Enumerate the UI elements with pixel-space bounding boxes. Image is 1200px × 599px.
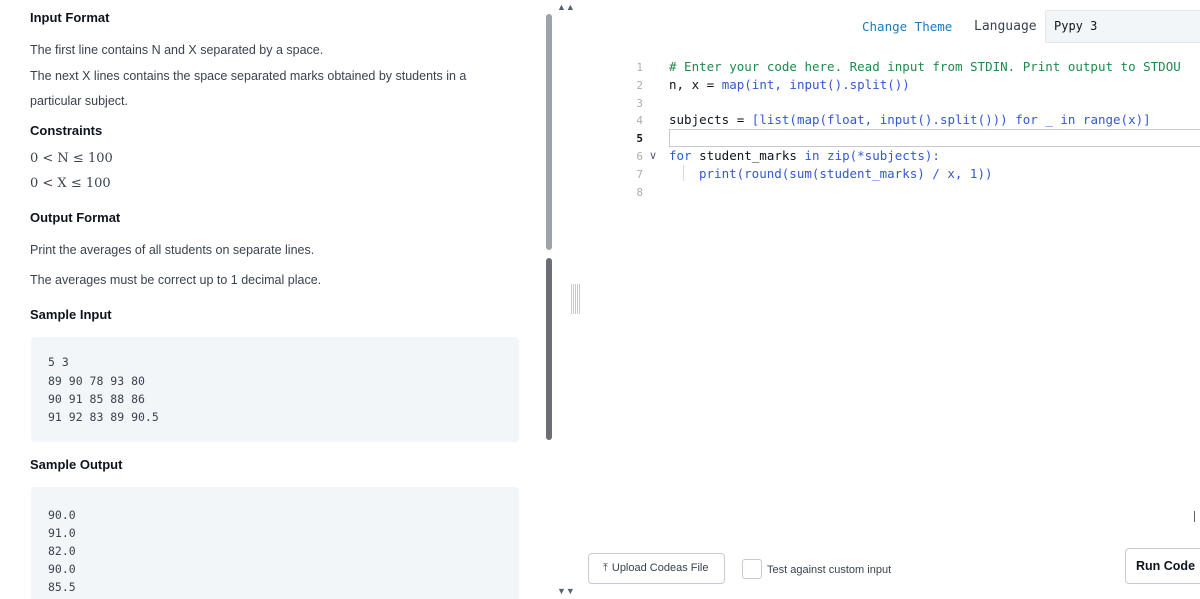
code-line-2: n, x = map(int, input().split()) (669, 77, 910, 92)
sample-input-line: 90 91 85 88 86 (48, 392, 145, 406)
output-format-line-1: Print the averages of all students on se… (30, 243, 315, 257)
custom-input-checkbox[interactable] (742, 559, 762, 579)
line-number: 4 (636, 114, 643, 127)
splitter-grip-handle[interactable] (571, 284, 581, 314)
line-number: 6 (636, 150, 643, 163)
sample-output-box: 90.0 91.0 82.0 90.0 85.5 (31, 487, 519, 599)
code-token: for (669, 148, 692, 163)
input-format-line-2: The next X lines contains the space sepa… (30, 69, 467, 83)
language-select[interactable]: Pypy 3 (1045, 10, 1200, 43)
line-number: 3 (636, 97, 643, 110)
code-line-7: print(round(sum(student_marks) / x, 1)) (699, 166, 993, 181)
line-number-active: 5 (636, 132, 643, 145)
text-cursor (1194, 511, 1195, 522)
sample-input-line: 5 3 (48, 355, 69, 369)
constraints-heading: Constraints (30, 123, 103, 138)
editor-footer: ⤒ Upload Codeas File Test against custom … (582, 525, 1200, 599)
line-number: 2 (636, 79, 643, 92)
editor-header: Change Theme Language Pypy 3 (582, 0, 1200, 53)
sample-output-heading: Sample Output (30, 457, 123, 472)
indent-guide (683, 165, 684, 181)
problem-statement-panel: Input Format The first line contains N a… (0, 0, 548, 599)
code-token: map(int, input().split()) (721, 77, 910, 92)
code-line-6: for student_marks in zip(*subjects): (669, 148, 940, 163)
code-editor[interactable]: 1 2 3 4 5 6 7 8 ∨ # Enter your code here… (582, 53, 1200, 525)
line-number: 8 (636, 186, 643, 199)
code-token: [list(map(float, input().split())) for _… (751, 112, 1151, 127)
custom-input-label[interactable]: Test against custom input (767, 564, 891, 576)
sample-input-box: 5 3 89 90 78 93 80 90 91 85 88 86 91 92 … (31, 337, 519, 442)
line-number: 1 (636, 61, 643, 74)
code-token: in zip(*subjects): (804, 148, 940, 163)
scroll-down-arrow-icon[interactable]: ▼▼ (557, 587, 575, 596)
output-format-line-2: The averages must be correct up to 1 dec… (30, 273, 322, 287)
sample-output-line: 90.0 (48, 508, 76, 522)
sample-input-line: 89 90 78 93 80 (48, 374, 145, 388)
run-code-button[interactable]: Run Code (1125, 548, 1200, 584)
sample-output-line: 90.0 (48, 562, 76, 576)
constraint-x: 0 < X ≤ 100 (30, 176, 111, 191)
code-line-4: subjects = [list(map(float, input().spli… (669, 112, 1151, 127)
code-token: subjects = (669, 112, 752, 127)
input-format-line-3: particular subject. (30, 94, 128, 108)
sample-output-line: 85.5 (48, 580, 76, 594)
sample-output-line: 82.0 (48, 544, 76, 558)
code-token: n, x = (669, 77, 722, 92)
sample-output-line: 91.0 (48, 526, 76, 540)
scroll-up-arrow-icon[interactable]: ▲▲ (557, 3, 575, 12)
line-number-gutter: 1 2 3 4 5 6 7 8 ∨ (582, 53, 660, 525)
output-format-heading: Output Format (30, 210, 121, 225)
upload-icon: ⤒ (603, 562, 608, 574)
current-line-highlight (669, 129, 1200, 147)
sample-input-heading: Sample Input (30, 307, 112, 322)
fold-chevron-icon[interactable]: ∨ (649, 149, 657, 162)
constraint-n: 0 < N ≤ 100 (30, 151, 113, 166)
line-number: 7 (636, 168, 643, 181)
upload-file-label: Upload Codeas File (611, 562, 709, 574)
code-editor-panel: Change Theme Language Pypy 3 1 2 3 4 5 6… (582, 0, 1200, 599)
sample-input-line: 91 92 83 89 90.5 (48, 410, 159, 424)
code-line-1: # Enter your code here. Read input from … (669, 59, 1181, 74)
change-theme-link[interactable]: Change Theme (862, 19, 952, 34)
upload-file-button[interactable]: ⤒ Upload Codeas File (588, 553, 725, 584)
language-label: Language (974, 19, 1037, 34)
input-format-line-1: The first line contains N and X separate… (30, 43, 324, 57)
code-token: student_marks (691, 148, 805, 163)
input-format-heading: Input Format (30, 10, 110, 25)
